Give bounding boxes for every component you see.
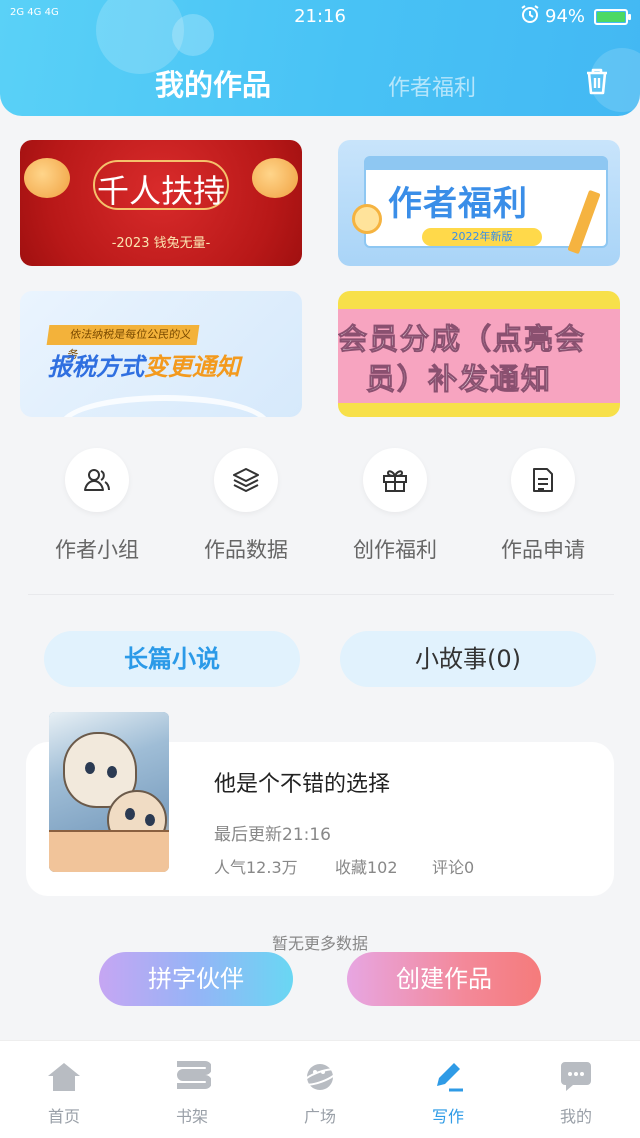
entry-work-data[interactable]: 作品数据 <box>181 448 311 564</box>
banner-subtitle: -2023 钱兔无量- <box>111 236 211 251</box>
status-bar: 2G 4G 4G 21:16 94% <box>0 0 640 34</box>
divider <box>28 594 614 595</box>
banner-top-text: 依法纳税是每位公民的义务 <box>46 325 200 361</box>
entry-label: 创作福利 <box>353 538 437 562</box>
layers-icon <box>214 448 278 512</box>
banner-title: 千人扶持 <box>96 172 225 210</box>
no-more-data: 暂无更多数据 <box>271 934 368 953</box>
entry-creation-benefits[interactable]: 创作福利 <box>330 448 460 564</box>
decor-arc <box>60 395 270 417</box>
work-popularity: 人气12.3万 <box>214 858 298 877</box>
nav-mine[interactable]: 我的 <box>512 1041 640 1138</box>
pen-icon <box>428 1059 468 1095</box>
nav-bookshelf[interactable]: 书架 <box>128 1041 256 1138</box>
work-cover[interactable] <box>49 712 169 872</box>
nav-label: 我的 <box>559 1107 592 1126</box>
work-updated: 最后更新21:16 <box>214 825 331 845</box>
document-icon <box>511 448 575 512</box>
status-time: 21:16 <box>294 6 346 27</box>
banner-title: 报税方式变更通知 <box>48 353 240 381</box>
banner-member-notice[interactable]: 会员分成（点亮会 员）补发通知 <box>338 291 620 417</box>
banner-title: 会员分成（点亮会 员）补发通知 <box>338 322 587 397</box>
cover-arm <box>49 830 169 872</box>
segment-long-novel[interactable]: 长篇小说 <box>44 631 300 687</box>
tab-author-benefits[interactable]: 作者福利 <box>388 70 476 102</box>
nav-label: 书架 <box>175 1107 208 1126</box>
tab-my-works[interactable]: 我的作品 <box>155 62 271 104</box>
banner-tax-notice[interactable]: 依法纳税是每位公民的义务 报税方式变更通知 <box>20 291 302 417</box>
nav-home[interactable]: 首页 <box>0 1041 128 1138</box>
entry-work-application[interactable]: 作品申请 <box>478 448 608 564</box>
bookshelf-icon <box>172 1059 212 1095</box>
banner-author-benefits[interactable]: 作者福利 2022年新版 <box>338 140 620 266</box>
entry-author-group[interactable]: 作者小组 <box>32 448 162 564</box>
work-title: 他是个不错的选择 <box>214 772 391 797</box>
banner-title: 作者福利 <box>388 184 528 224</box>
battery-percent: 94% <box>545 6 586 27</box>
entry-label: 作品申请 <box>501 538 585 562</box>
bottom-nav: 首页 书架 广场 写作 我的 <box>0 1040 640 1138</box>
segment-short-story[interactable]: 小故事(0) <box>340 631 596 687</box>
clock-icon <box>352 204 382 234</box>
banner-support[interactable]: 千人扶持 -2023 钱兔无量- <box>20 140 302 266</box>
nav-write[interactable]: 写作 <box>384 1041 512 1138</box>
nav-label: 写作 <box>431 1107 464 1126</box>
gift-icon <box>363 448 427 512</box>
trash-icon[interactable] <box>580 64 614 98</box>
work-comments: 评论0 <box>432 858 475 877</box>
nav-label: 首页 <box>47 1107 80 1126</box>
partner-button[interactable]: 拼字伙伴 <box>99 952 293 1006</box>
chat-icon <box>556 1059 596 1095</box>
alarm-icon <box>520 4 540 29</box>
banner-tag: 2022年新版 <box>422 228 542 246</box>
users-icon <box>65 448 129 512</box>
entry-label: 作品数据 <box>204 538 288 562</box>
planet-icon <box>300 1059 340 1095</box>
nav-square[interactable]: 广场 <box>256 1041 384 1138</box>
home-icon <box>44 1059 84 1095</box>
nav-label: 广场 <box>303 1107 336 1126</box>
entry-label: 作者小组 <box>55 538 139 562</box>
create-work-button[interactable]: 创建作品 <box>347 952 541 1006</box>
work-favorites: 收藏102 <box>335 858 398 877</box>
header: 2G 4G 4G 21:16 94% 我的作品 作者福利 <box>0 0 640 116</box>
battery-icon <box>594 9 631 25</box>
